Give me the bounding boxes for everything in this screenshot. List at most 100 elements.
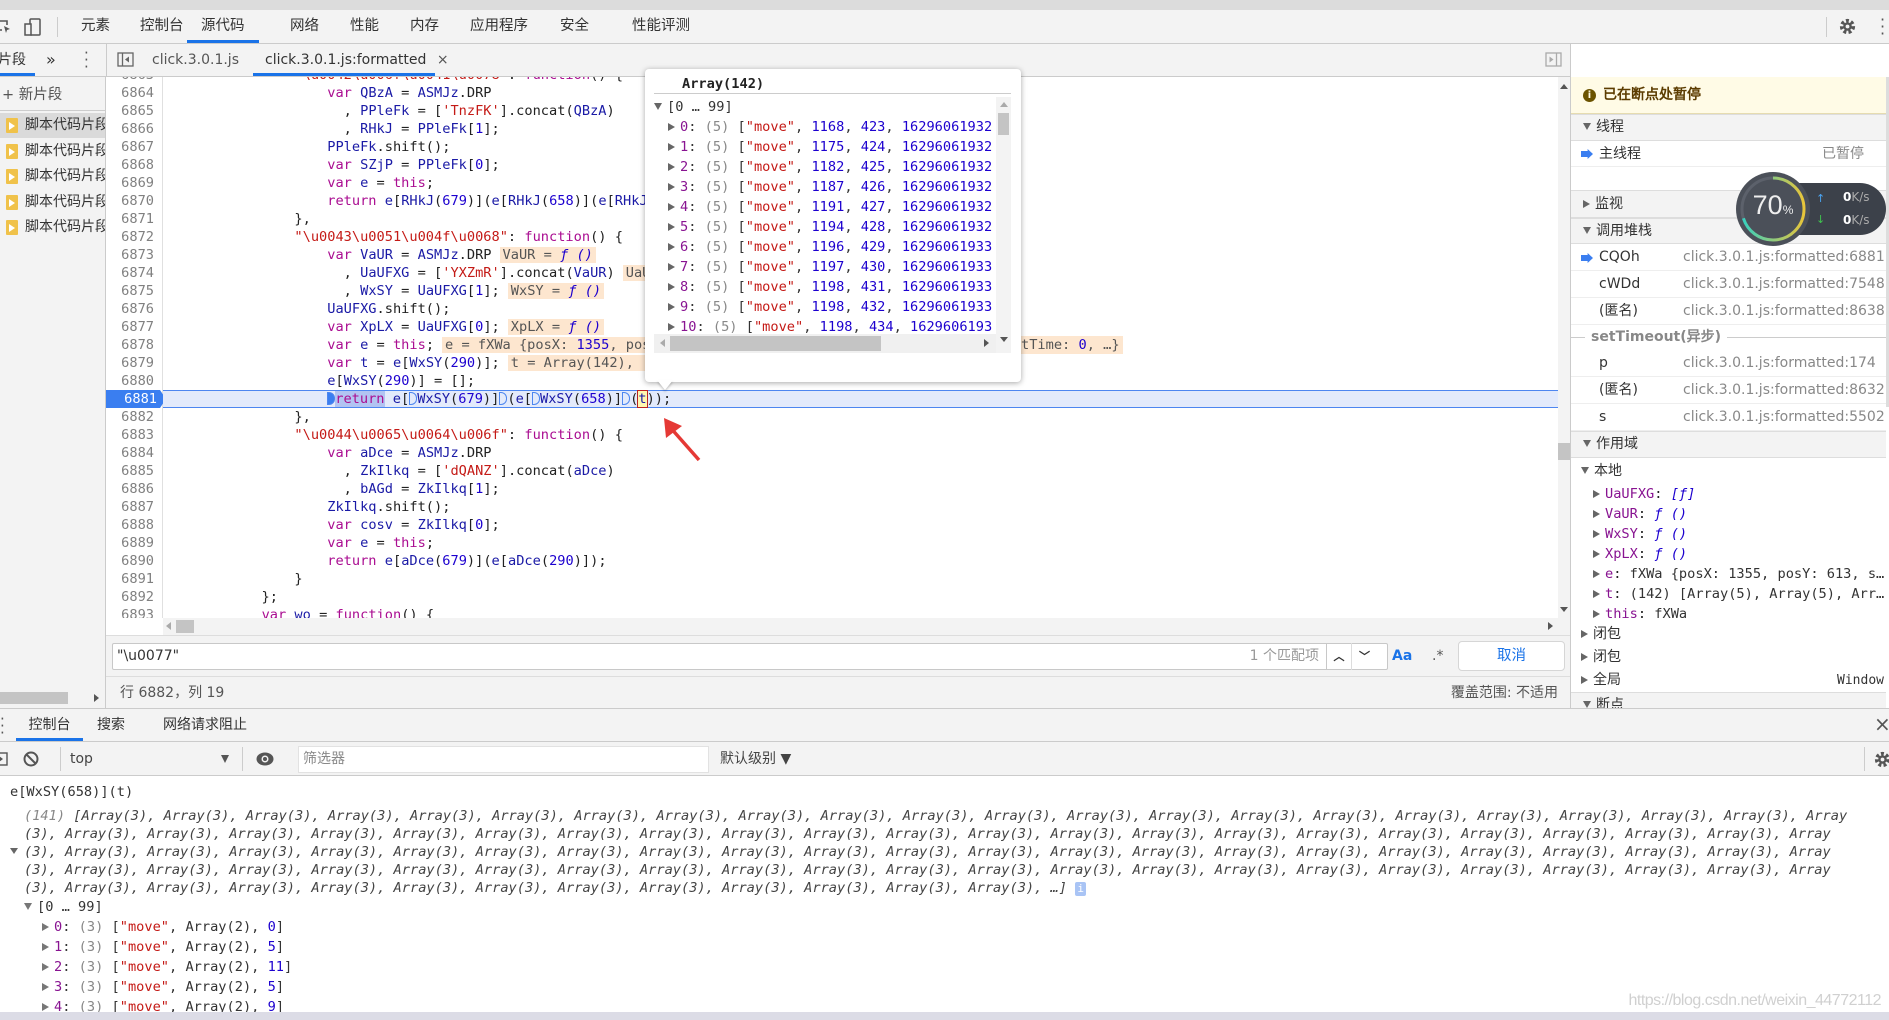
- array-entry[interactable]: 1: (5) ["move", 1175, 424, 16296061932: [668, 137, 994, 157]
- line-number[interactable]: 6893: [106, 606, 163, 618]
- frame-location[interactable]: click.3.0.1.js:formatted:5502: [1683, 404, 1885, 431]
- line-number[interactable]: 6873: [106, 246, 163, 264]
- array-entry[interactable]: 8: (5) ["move", 1198, 431, 16296061933: [668, 277, 994, 297]
- scope-variable[interactable]: UaUFXG: [ƒ]: [1571, 484, 1886, 504]
- drawer-menu-icon[interactable]: · · ·: [0, 712, 5, 741]
- expand-icon[interactable]: [668, 283, 675, 291]
- array-entry[interactable]: 6: (5) ["move", 1196, 429, 16296061933: [668, 237, 994, 257]
- line-number[interactable]: 6890: [106, 552, 163, 570]
- line-number[interactable]: 6876: [106, 300, 163, 318]
- array-entry[interactable]: 2: (5) ["move", 1182, 425, 16296061932: [668, 157, 994, 177]
- tab-7[interactable]: 安全: [560, 10, 589, 43]
- popover-tree[interactable]: [0 … 99] 0: (5) ["move", 1168, 423, 1629…: [654, 97, 1011, 353]
- line-number[interactable]: 6872: [106, 228, 163, 246]
- frame-location[interactable]: click.3.0.1.js:formatted:8638: [1683, 298, 1885, 325]
- call-frame[interactable]: CQOh click.3.0.1.js:formatted:6881: [1571, 244, 1886, 271]
- device-toolbar-icon[interactable]: [24, 18, 44, 36]
- inline-breakpoint-marker-icon[interactable]: [532, 392, 540, 405]
- line-number[interactable]: 6871: [106, 210, 163, 228]
- cancel-search-button[interactable]: 取消: [1458, 641, 1565, 671]
- console-array-entry[interactable]: 2: (3) ["move", Array(2), 11]: [42, 958, 292, 976]
- frame-location[interactable]: click.3.0.1.js:formatted:8632: [1683, 377, 1885, 404]
- console-array-entry[interactable]: 1: (3) ["move", Array(2), 5]: [42, 938, 284, 956]
- frame-location[interactable]: click.3.0.1.js:formatted:174: [1683, 350, 1876, 377]
- drawer-tab-network-blocking[interactable]: 网络请求阻止: [163, 709, 247, 741]
- editor-hscroll-thumb[interactable]: [176, 620, 194, 633]
- scope-section-header[interactable]: 作用域: [1571, 431, 1886, 458]
- line-number[interactable]: 6888: [106, 516, 163, 534]
- log-level-select[interactable]: 默认级别 ▼: [720, 742, 791, 776]
- expand-icon[interactable]: [668, 123, 675, 131]
- array-entry[interactable]: 5: (5) ["move", 1194, 428, 16296061932: [668, 217, 994, 237]
- regex-button[interactable]: .*: [1432, 643, 1443, 670]
- snippet-item[interactable]: 脚本代码片段: [0, 164, 105, 189]
- line-number[interactable]: 6886: [106, 480, 163, 498]
- scroll-down-arrow-icon[interactable]: [1560, 607, 1568, 612]
- expand-icon[interactable]: [668, 183, 675, 191]
- line-number[interactable]: 6892: [106, 588, 163, 606]
- tab-1[interactable]: 控制台: [140, 10, 184, 43]
- expand-icon[interactable]: [42, 943, 49, 951]
- toggle-navigator-icon[interactable]: [117, 52, 135, 68]
- expand-icon[interactable]: [1593, 510, 1600, 518]
- call-frame[interactable]: (匿名) click.3.0.1.js:formatted:8638: [1571, 298, 1886, 325]
- line-number[interactable]: 6877: [106, 318, 163, 336]
- array-entry[interactable]: 3: (5) ["move", 1187, 426, 16296061932: [668, 177, 994, 197]
- line-number[interactable]: 6870: [106, 192, 163, 210]
- scope-variable[interactable]: e: fXWa {posX: 1355, posY: 613, s…: [1571, 564, 1886, 584]
- editor-vertical-scrollbar[interactable]: [1558, 77, 1570, 635]
- line-number[interactable]: 6879: [106, 354, 163, 372]
- close-tab-icon[interactable]: ×: [437, 52, 449, 68]
- inline-breakpoint-marker-icon[interactable]: [622, 392, 631, 405]
- console-settings-gear-icon[interactable]: [1873, 750, 1889, 769]
- line-number[interactable]: 6863: [106, 77, 163, 84]
- context-selector[interactable]: top: [70, 742, 93, 776]
- call-frame[interactable]: cWDd click.3.0.1.js:formatted:7548: [1571, 271, 1886, 298]
- tab-snippets[interactable]: 片段: [0, 44, 35, 76]
- editor-vscroll-thumb[interactable]: [1558, 443, 1570, 460]
- console-array-entry[interactable]: 4: (3) ["move", Array(2), 9]: [42, 998, 284, 1012]
- tab-8[interactable]: 性能评测: [632, 10, 690, 43]
- expand-icon[interactable]: [42, 963, 49, 971]
- tab-0[interactable]: 元素: [81, 10, 110, 43]
- array-entry[interactable]: 9: (5) ["move", 1198, 432, 16296061933: [668, 297, 994, 317]
- scope-global[interactable]: 全局 Window: [1571, 670, 1886, 691]
- line-number[interactable]: 6878: [106, 336, 163, 354]
- expand-icon[interactable]: [668, 263, 675, 271]
- line-number[interactable]: 6869: [106, 174, 163, 192]
- live-expression-eye-icon[interactable]: [256, 752, 274, 766]
- match-case-button[interactable]: Aa: [1392, 643, 1412, 670]
- tab-4[interactable]: 性能: [350, 10, 379, 43]
- sidebar-hscroll-thumb[interactable]: [0, 692, 68, 704]
- scope-variable[interactable]: XpLX: ƒ (): [1571, 544, 1886, 564]
- expand-icon[interactable]: [42, 983, 49, 991]
- line-number[interactable]: 6874: [106, 264, 163, 282]
- show-sidebar-icon[interactable]: [0, 752, 8, 766]
- frame-location[interactable]: click.3.0.1.js:formatted:7548: [1683, 271, 1885, 298]
- expand-icon[interactable]: [668, 323, 675, 331]
- expand-icon[interactable]: [1593, 490, 1600, 498]
- expand-result-icon[interactable]: [10, 848, 18, 854]
- line-number[interactable]: 6891: [106, 570, 163, 588]
- editor-horizontal-scrollbar[interactable]: [163, 618, 1558, 635]
- expand-icon[interactable]: [668, 303, 675, 311]
- call-frame[interactable]: s click.3.0.1.js:formatted:5502: [1571, 404, 1886, 431]
- expand-icon[interactable]: [42, 1003, 49, 1011]
- popover-vscroll[interactable]: [996, 97, 1011, 353]
- new-snippet-button[interactable]: + 新片段: [0, 83, 105, 111]
- snippet-item[interactable]: 脚本代码片段: [0, 139, 105, 164]
- scope-local-header[interactable]: 本地: [1571, 461, 1886, 481]
- breakpoint-line-number[interactable]: 6881: [106, 390, 166, 408]
- thread-main[interactable]: 主线程 已暂停: [1571, 141, 1886, 167]
- more-tabs-button[interactable]: »: [46, 44, 56, 76]
- popover-hscroll[interactable]: [654, 334, 996, 353]
- snippet-item[interactable]: 脚本代码片段: [0, 215, 105, 240]
- line-number[interactable]: 6865: [106, 102, 163, 120]
- expand-icon[interactable]: [668, 143, 675, 151]
- array-entry[interactable]: 7: (5) ["move", 1197, 430, 16296061933: [668, 257, 994, 277]
- scope-variable[interactable]: VaUR: ƒ (): [1571, 504, 1886, 524]
- next-match-button[interactable]: ﹀: [1352, 643, 1377, 670]
- line-number[interactable]: 6884: [106, 444, 163, 462]
- array-group-toggle[interactable]: [0 … 99]: [654, 97, 733, 117]
- expand-icon[interactable]: [668, 223, 675, 231]
